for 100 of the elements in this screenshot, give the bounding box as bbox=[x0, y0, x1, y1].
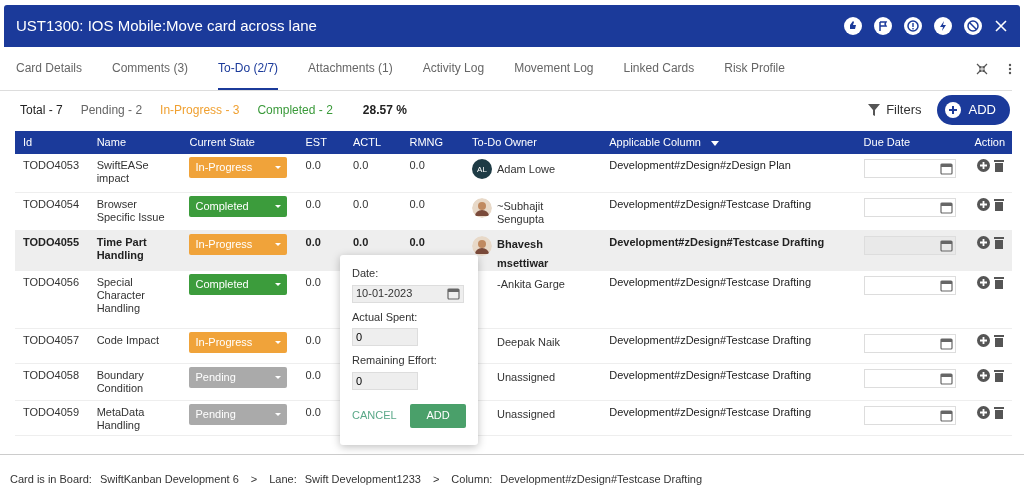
tab[interactable]: Linked Cards bbox=[623, 47, 695, 90]
summary-count: In-Progress - 3 bbox=[160, 102, 240, 119]
column-header: Name bbox=[96, 136, 126, 149]
plus-icon bbox=[944, 102, 961, 118]
tab[interactable]: Risk Profile bbox=[724, 47, 785, 90]
summary-count: Completed - 2 bbox=[257, 102, 333, 119]
column-header: EST bbox=[305, 136, 327, 149]
add-icon[interactable] bbox=[977, 197, 990, 211]
table-cell: TODO4057 bbox=[23, 333, 80, 346]
table-cell: 0.0 bbox=[305, 235, 321, 248]
table-cell: SwiftEASe impact bbox=[96, 159, 149, 184]
add-button[interactable]: ADD bbox=[936, 95, 1010, 125]
owner-name: Unassigned bbox=[497, 370, 556, 384]
block-icon[interactable] bbox=[964, 17, 982, 35]
column-header: Action bbox=[974, 136, 1006, 149]
calendar-icon bbox=[939, 371, 953, 385]
calendar-icon bbox=[939, 238, 953, 252]
avatar bbox=[472, 235, 492, 256]
tab[interactable]: Attachments (1) bbox=[308, 47, 393, 90]
table-cell: Boundary Condition bbox=[96, 368, 144, 394]
delete-icon[interactable] bbox=[994, 405, 1004, 419]
table-cell: Development#zDesign#Testcase Drafting bbox=[609, 235, 825, 248]
add-icon[interactable] bbox=[977, 275, 990, 289]
date-field[interactable] bbox=[863, 235, 956, 255]
delete-icon[interactable] bbox=[994, 275, 1004, 289]
table-cell: Development#zDesign#Testcase Drafting bbox=[609, 333, 812, 346]
calendar-icon bbox=[939, 278, 953, 292]
avatar: AL bbox=[472, 159, 492, 179]
date-field[interactable] bbox=[863, 333, 956, 353]
column-header[interactable]: Applicable Column bbox=[609, 136, 701, 149]
table-cell: Code Impact bbox=[96, 333, 160, 346]
table-cell: TODO4058 bbox=[23, 368, 80, 381]
table-cell: TODO4059 bbox=[23, 405, 80, 418]
table-cell: Development#zDesign#Testcase Drafting bbox=[609, 197, 812, 210]
delete-icon[interactable] bbox=[994, 197, 1004, 211]
table-cell: Special Character Handling bbox=[96, 275, 145, 314]
owner-name: msettiwar bbox=[497, 256, 549, 270]
calendar-icon bbox=[939, 200, 953, 214]
state-dropdown[interactable]: Completed bbox=[189, 195, 288, 217]
caret-icon[interactable] bbox=[710, 140, 719, 146]
add-icon[interactable] bbox=[977, 368, 990, 382]
table-cell: Development#zDesign#Testcase Drafting bbox=[609, 275, 812, 288]
table-cell: 0.0 bbox=[305, 333, 321, 346]
filters-button[interactable]: Filters bbox=[867, 99, 923, 121]
table-cell: Development#zDesign#Testcase Drafting bbox=[609, 405, 812, 418]
table-cell: 0.0 bbox=[409, 159, 425, 171]
tab[interactable]: To-Do (2/7) bbox=[218, 47, 279, 90]
table-cell: 0.0 bbox=[409, 235, 425, 248]
breadcrumb-label: Lane: bbox=[269, 471, 297, 487]
owner-name: Bhavesh bbox=[497, 237, 544, 251]
field-label: Remaining Effort: bbox=[352, 353, 438, 368]
flag-icon[interactable] bbox=[874, 17, 892, 35]
owner-name: ~Subhajit Sengupta bbox=[497, 199, 546, 226]
like-icon[interactable] bbox=[844, 17, 862, 35]
date-field[interactable] bbox=[863, 368, 956, 388]
delete-icon[interactable] bbox=[994, 159, 1004, 172]
actual-spent-input[interactable]: 0 bbox=[352, 328, 418, 346]
delete-icon[interactable] bbox=[994, 333, 1004, 347]
date-field[interactable] bbox=[863, 275, 956, 295]
tab[interactable]: Comments (3) bbox=[112, 47, 189, 90]
date-field[interactable] bbox=[863, 405, 956, 425]
tab[interactable]: Card Details bbox=[16, 47, 83, 90]
column-header: Due Date bbox=[863, 136, 911, 149]
field-label: Date: bbox=[352, 266, 380, 281]
owner-name: -Ankita Garge bbox=[497, 277, 565, 291]
calendar-icon bbox=[447, 287, 460, 300]
date-field[interactable] bbox=[863, 197, 956, 217]
breadcrumb-value: Swift Development1233 bbox=[304, 471, 421, 487]
column-header: Current State bbox=[189, 136, 255, 149]
date-field[interactable] bbox=[863, 159, 956, 178]
table-cell: TODO4056 bbox=[23, 275, 80, 288]
owner-name: Deepak Naik bbox=[497, 335, 560, 349]
add-icon[interactable] bbox=[977, 235, 990, 249]
column-header: To-Do Owner bbox=[472, 136, 537, 149]
table-cell: TODO4054 bbox=[23, 197, 80, 210]
add-icon[interactable] bbox=[977, 159, 990, 172]
tab[interactable]: Movement Log bbox=[514, 47, 594, 90]
close-icon[interactable] bbox=[994, 19, 1008, 33]
add-icon[interactable] bbox=[977, 333, 990, 347]
owner-name: Unassigned bbox=[497, 407, 556, 421]
add-icon[interactable] bbox=[977, 405, 990, 419]
owner-name: Adam Lowe bbox=[497, 162, 556, 176]
more-icon[interactable] bbox=[1008, 62, 1012, 75]
add-button[interactable]: ADD bbox=[410, 403, 466, 428]
breadcrumb-label: Column: bbox=[451, 471, 493, 487]
remaining-effort-input[interactable]: 0 bbox=[352, 371, 418, 390]
state-dropdown[interactable]: Completed bbox=[189, 273, 288, 295]
calendar-icon bbox=[939, 162, 953, 175]
column-header: RMNG bbox=[409, 136, 444, 149]
lightning-icon[interactable] bbox=[934, 17, 952, 35]
date-input[interactable]: 10-01-2023 bbox=[352, 284, 464, 303]
table-cell: 0.0 bbox=[305, 368, 321, 381]
tab[interactable]: Activity Log bbox=[422, 47, 485, 90]
delete-icon[interactable] bbox=[994, 235, 1004, 249]
delete-icon[interactable] bbox=[994, 368, 1004, 382]
table-cell: MetaData Handling bbox=[96, 405, 145, 431]
breadcrumb-value: SwiftKanban Development 6 bbox=[99, 471, 239, 487]
breadcrumb-label: Card is in Board: bbox=[10, 471, 92, 487]
alert-icon[interactable] bbox=[904, 17, 922, 35]
collapse-icon[interactable] bbox=[976, 62, 988, 75]
